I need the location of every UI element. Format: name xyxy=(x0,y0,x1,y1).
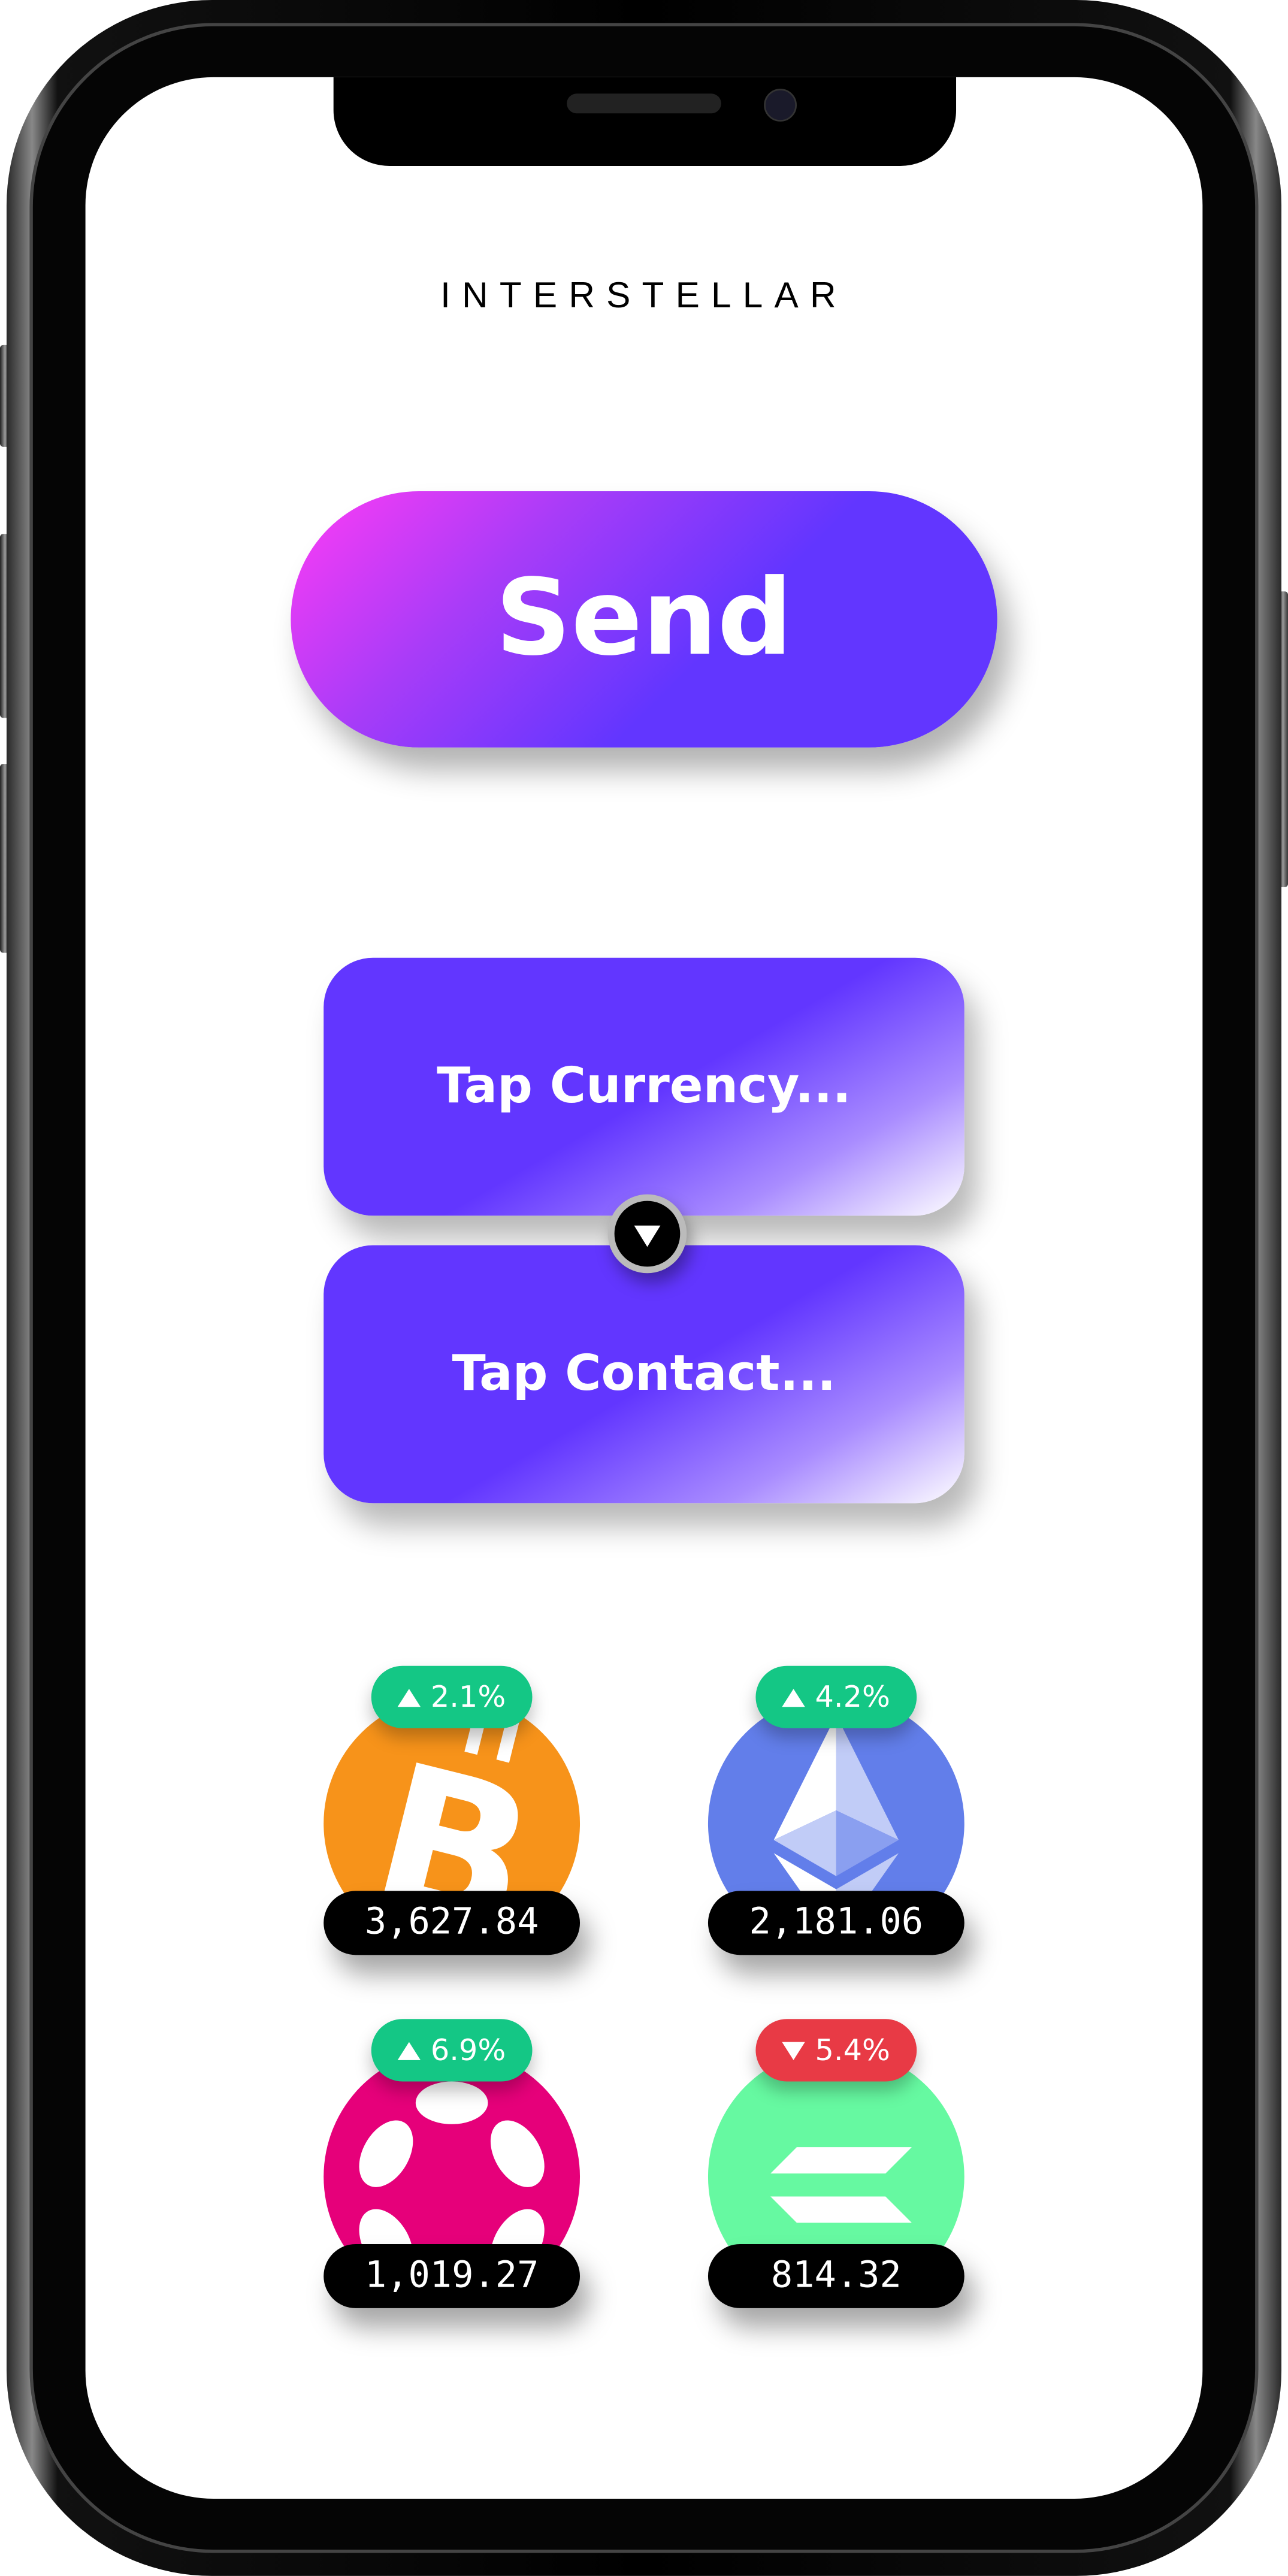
speaker xyxy=(567,93,721,114)
up-arrow-icon xyxy=(397,1688,421,1706)
change-badge: 6.9% xyxy=(371,2019,533,2082)
change-badge: 4.2% xyxy=(755,1665,917,1728)
down-arrow-icon xyxy=(782,2041,806,2060)
screen: INTERSTELLAR Send Tap Currency... Tap Co… xyxy=(85,77,1203,2499)
up-arrow-icon xyxy=(782,1688,806,1706)
change-badge: 2.1% xyxy=(371,1665,533,1728)
change-value: 4.2% xyxy=(815,1680,890,1715)
coin-polkadot[interactable]: 6.9% 1,019.27 xyxy=(323,2019,580,2347)
change-value: 5.4% xyxy=(815,2033,890,2068)
price-label: 1,019.27 xyxy=(323,2244,580,2308)
coin-ethereum[interactable]: 4.2% 2,181.06 xyxy=(708,1665,965,1994)
currency-selector[interactable]: Tap Currency... xyxy=(323,957,965,1216)
price-label: 2,181.06 xyxy=(708,1891,965,1955)
chevron-down-icon[interactable] xyxy=(607,1194,687,1274)
change-value: 2.1% xyxy=(430,1680,506,1715)
app-logo: INTERSTELLAR xyxy=(440,274,848,316)
coin-solana[interactable]: 5.4% 814.32 xyxy=(708,2019,965,2347)
change-badge: 5.4% xyxy=(755,2019,917,2082)
send-button[interactable]: Send xyxy=(291,491,997,748)
contact-selector-label: Tap Contact... xyxy=(452,1345,836,1403)
notch xyxy=(333,77,957,166)
up-arrow-icon xyxy=(397,2041,421,2060)
contact-selector[interactable]: Tap Contact... xyxy=(323,1245,965,1504)
currency-selector-label: Tap Currency... xyxy=(437,1058,851,1116)
camera-icon xyxy=(764,89,797,122)
price-label: 3,627.84 xyxy=(323,1891,580,1955)
coin-bitcoin[interactable]: B 2.1% 3,627.84 xyxy=(323,1665,580,1994)
price-label: 814.32 xyxy=(708,2244,965,2308)
change-value: 6.9% xyxy=(430,2033,506,2068)
